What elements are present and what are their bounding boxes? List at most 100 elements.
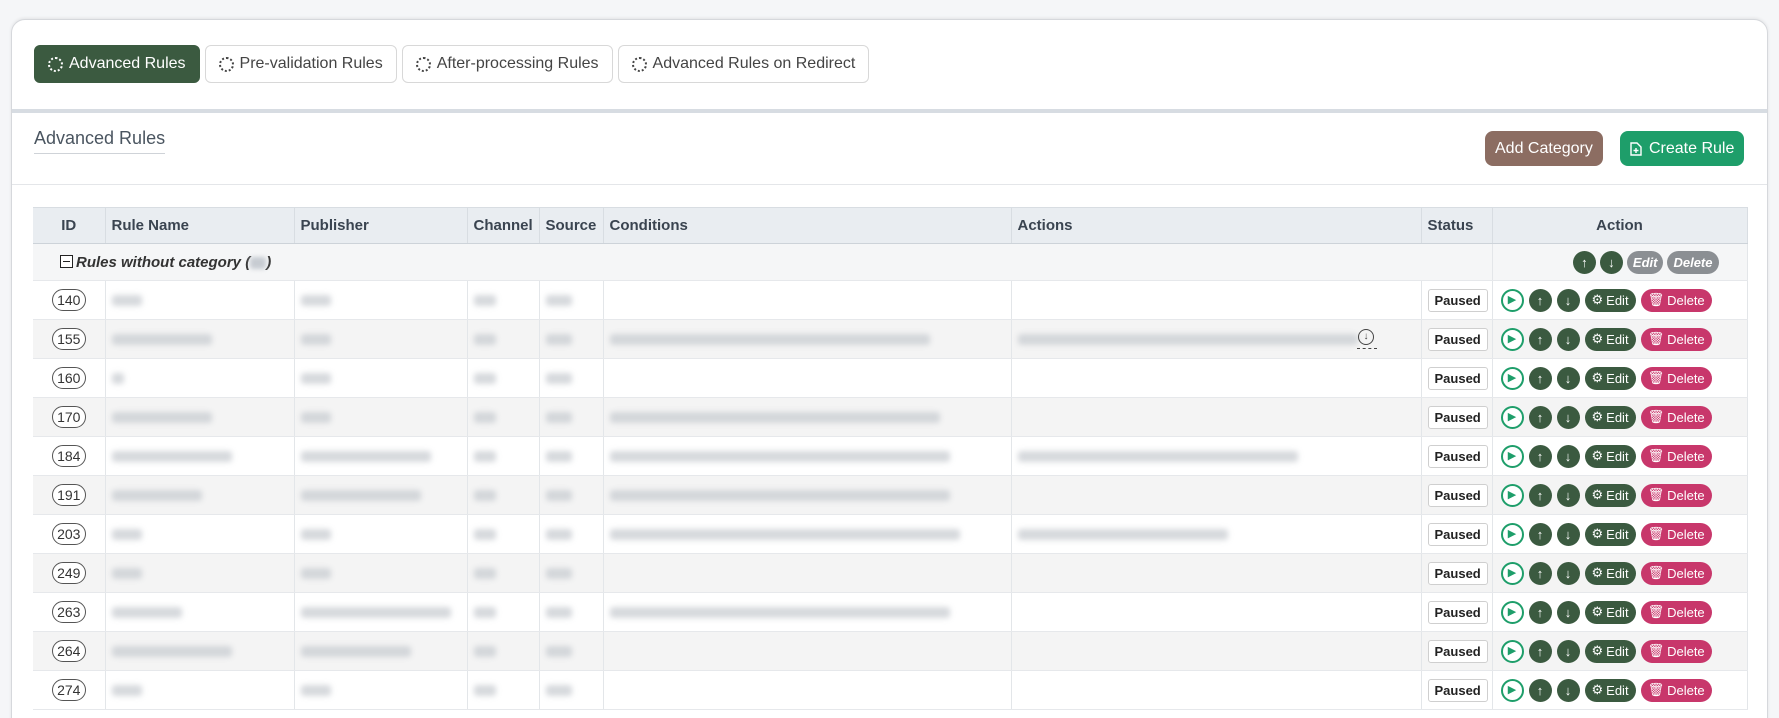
edit-button[interactable]: ⚙ Edit [1584,678,1636,702]
edit-button[interactable]: ⚙ Edit [1584,561,1636,585]
col-status[interactable]: Status [1421,207,1493,244]
move-up-button[interactable]: ↑ [1528,600,1552,624]
delete-button[interactable]: 🗑 Delete [1640,678,1712,702]
minus-square-icon[interactable] [60,254,73,268]
tab-pre-validation-rules[interactable]: Pre-validation Rules [204,45,397,83]
delete-button[interactable]: 🗑 Delete [1640,327,1712,351]
play-button[interactable]: ▶ [1500,405,1524,429]
move-down-button[interactable]: ↓ [1556,522,1580,546]
redacted-text [111,646,232,658]
rule-id-badge[interactable]: 170 [51,406,86,428]
tab-after-processing-rules[interactable]: After-processing Rules [401,45,613,83]
move-up-button[interactable]: ↑ [1528,522,1552,546]
move-down-button[interactable]: ↓ [1556,405,1580,429]
category-move-down-button[interactable]: ↓ [1599,250,1623,274]
ring-icon [218,56,234,72]
edit-button[interactable]: ⚙ Edit [1584,366,1636,390]
category-delete-button[interactable]: Delete [1667,250,1719,274]
add-category-button[interactable]: Add Category [1485,131,1603,166]
delete-button[interactable]: 🗑 Delete [1640,288,1712,312]
move-up-button[interactable]: ↑ [1528,405,1552,429]
move-down-button[interactable]: ↓ [1556,327,1580,351]
col-actions[interactable]: Actions [1011,207,1422,244]
move-up-button[interactable]: ↑ [1528,678,1552,702]
category-label: Rules without category ( [76,253,251,271]
tab-advanced-rules-on-redirect[interactable]: Advanced Rules on Redirect [617,45,870,83]
move-down-button[interactable]: ↓ [1556,639,1580,663]
move-down-button[interactable]: ↓ [1556,366,1580,390]
delete-button[interactable]: 🗑 Delete [1640,405,1712,429]
play-button[interactable]: ▶ [1500,561,1524,585]
col-publisher[interactable]: Publisher [294,207,468,244]
move-down-button[interactable]: ↓ [1556,288,1580,312]
delete-button[interactable]: 🗑 Delete [1640,639,1712,663]
trash-icon: 🗑 [1647,682,1665,697]
move-up-button[interactable]: ↑ [1528,483,1552,507]
edit-button[interactable]: ⚙ Edit [1584,444,1636,468]
status-badge: Paused [1427,639,1488,663]
col-channel[interactable]: Channel [467,207,540,244]
rule-id-badge[interactable]: 155 [51,328,86,350]
move-up-button[interactable]: ↑ [1528,288,1552,312]
move-down-button[interactable]: ↓ [1556,678,1580,702]
edit-button[interactable]: ⚙ Edit [1584,327,1636,351]
rule-id-badge[interactable]: 203 [51,523,86,545]
download-icon[interactable]: ↓ [1358,329,1374,345]
gear-icon: ⚙ [1591,643,1604,658]
arrow-down-icon: ↓ [1564,604,1572,620]
move-up-button[interactable]: ↑ [1528,639,1552,663]
rule-id-badge[interactable]: 264 [51,640,86,662]
col-conditions[interactable]: Conditions [603,207,1012,244]
redacted-text [473,685,496,697]
play-button[interactable]: ▶ [1500,600,1524,624]
play-button[interactable]: ▶ [1500,444,1524,468]
play-button[interactable]: ▶ [1500,483,1524,507]
col-source[interactable]: Source [539,207,604,244]
move-down-button[interactable]: ↓ [1556,483,1580,507]
move-up-button[interactable]: ↑ [1528,561,1552,585]
delete-button[interactable]: 🗑 Delete [1640,522,1712,546]
rule-id-badge[interactable]: 274 [51,679,86,701]
delete-button[interactable]: 🗑 Delete [1640,444,1712,468]
edit-button[interactable]: ⚙ Edit [1584,288,1636,312]
move-up-button[interactable]: ↑ [1528,327,1552,351]
category-move-up-button[interactable]: ↑ [1572,250,1596,274]
rule-id-badge[interactable]: 160 [51,367,86,389]
edit-button[interactable]: ⚙ Edit [1584,522,1636,546]
edit-button[interactable]: ⚙ Edit [1584,600,1636,624]
play-button[interactable]: ▶ [1500,366,1524,390]
delete-button[interactable]: 🗑 Delete [1640,600,1712,624]
edit-button[interactable]: ⚙ Edit [1584,405,1636,429]
rule-id-badge[interactable]: 140 [51,289,86,311]
move-down-button[interactable]: ↓ [1556,561,1580,585]
play-button[interactable]: ▶ [1500,639,1524,663]
edit-button[interactable]: ⚙ Edit [1584,483,1636,507]
play-button[interactable]: ▶ [1500,678,1524,702]
edit-button[interactable]: ⚙ Edit [1584,639,1636,663]
conditions-cell [603,475,1012,515]
delete-button[interactable]: 🗑 Delete [1640,561,1712,585]
move-down-button[interactable]: ↓ [1556,444,1580,468]
id-cell: 203 [33,514,106,554]
rule-id-badge[interactable]: 184 [51,445,86,467]
rule-id-badge[interactable]: 263 [51,601,86,623]
rule-id-badge[interactable]: 249 [51,562,86,584]
delete-button[interactable]: 🗑 Delete [1640,483,1712,507]
col-id[interactable]: ID [33,207,106,244]
move-up-button[interactable]: ↑ [1528,444,1552,468]
category-edit-button[interactable]: Edit [1626,250,1664,274]
move-up-button[interactable]: ↑ [1528,366,1552,390]
play-button[interactable]: ▶ [1500,327,1524,351]
conditions-cell [603,436,1012,476]
arrow-up-icon: ↑ [1536,643,1544,659]
tab-advanced-rules[interactable]: Advanced Rules [34,45,200,83]
conditions-cell [603,280,1012,320]
create-rule-button[interactable]: Create Rule [1620,131,1745,166]
rule-id-badge[interactable]: 191 [51,484,86,506]
play-button[interactable]: ▶ [1500,288,1524,312]
move-down-button[interactable]: ↓ [1556,600,1580,624]
arrow-down-icon: ↓ [1564,448,1572,464]
play-button[interactable]: ▶ [1500,522,1524,546]
col-rule-name[interactable]: Rule Name [105,207,295,244]
delete-button[interactable]: 🗑 Delete [1640,366,1712,390]
